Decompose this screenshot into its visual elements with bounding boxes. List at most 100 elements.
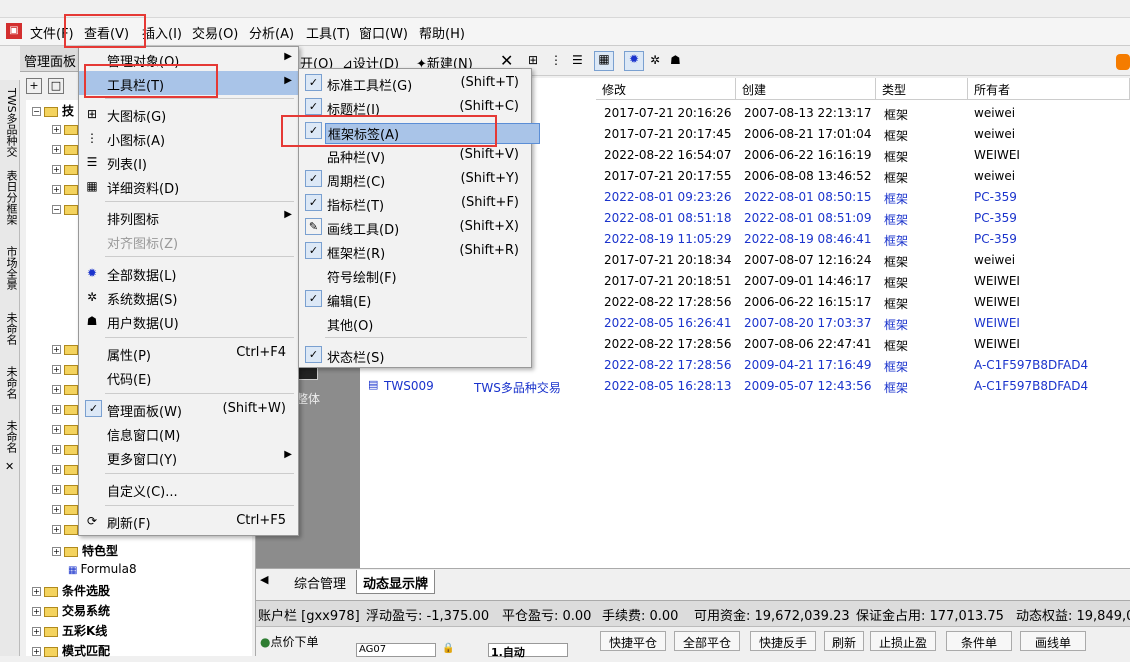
line-order-button[interactable]: 画线单 [1020,631,1086,651]
menu-item-all-data[interactable]: ✹ 全部数据(L) [79,261,298,285]
expand-icon[interactable]: + [52,485,61,494]
left-tab-4[interactable]: 未命名 [3,312,19,345]
collapse-icon[interactable]: − [32,107,41,116]
menu-item-standard-toolbar[interactable]: ✓ 标准工具栏(G) (Shift+T) [299,71,531,95]
tree-item-formula8[interactable]: ▦ Formula8 [68,562,137,582]
list-icon[interactable]: ☰ [572,53,583,67]
close-all-button[interactable]: 全部平仓 [674,631,740,651]
menu-item-frame-tabs[interactable]: ✓ 框架标签(A) [299,119,541,144]
menu-item-frame-bar[interactable]: ✓ 框架栏(R) (Shift+R) [299,239,531,263]
col-header-owner[interactable]: 所有者 [968,78,1130,100]
user-data-icon[interactable]: ☗ [670,53,681,67]
menu-item-properties[interactable]: 属性(P) Ctrl+F4 [79,341,298,365]
menu-item-small-icons[interactable]: ⋮ 小图标(A) [79,126,298,150]
menu-tools[interactable]: 工具(T) [306,23,350,42]
lock-icon[interactable]: 🔒 [442,643,454,654]
menu-item-symbol-drawing[interactable]: 符号绘制(F) [299,263,531,287]
expand-icon[interactable]: + [52,525,61,534]
menu-item-details[interactable]: ▦ 详细资料(D) [79,174,298,198]
left-tab-3[interactable]: 市场全景 [3,246,19,290]
expand-icon[interactable]: + [52,345,61,354]
expand-icon[interactable]: + [32,587,41,596]
menu-file[interactable]: 文件(F) [30,23,74,42]
expand-icon[interactable]: + [52,125,61,134]
large-icons-icon[interactable]: ⊞ [528,53,538,67]
menu-item-code[interactable]: 代码(E) [79,365,298,389]
add-icon[interactable]: + [26,78,42,94]
menu-item-management-panel[interactable]: ✓ 管理面板(W) (Shift+W) [79,397,298,421]
menu-trade[interactable]: 交易(O) [192,23,238,42]
expand-icon[interactable]: + [52,405,61,414]
menu-item-status-bar[interactable]: ✓ 状态栏(S) [299,343,531,367]
expand-icon[interactable]: + [52,465,61,474]
menu-item-arrange-icons[interactable]: 排列图标 ▶ [79,205,298,229]
tree-item-screening[interactable]: + 条件选股 [32,582,110,602]
symbol-input[interactable]: AG07 [356,643,436,657]
tree-item-special[interactable]: + 特色型 [52,542,118,562]
menu-item-refresh[interactable]: ⟳ 刷新(F) Ctrl+F5 [79,509,298,533]
tree-item[interactable]: − 技 [32,102,74,122]
tree-item-trade-system[interactable]: + 交易系统 [32,602,110,622]
mode-select[interactable]: 1.自动 [488,643,568,659]
all-data-icon[interactable]: ✹ [624,51,644,71]
menu-analysis[interactable]: 分析(A) [249,23,294,42]
menu-item-period-bar[interactable]: ✓ 周期栏(C) (Shift+Y) [299,167,531,191]
expand-icon[interactable]: + [52,165,61,174]
close-icon[interactable]: ✕ [5,460,14,473]
menu-item-indicator-bar[interactable]: ✓ 指标栏(T) (Shift+F) [299,191,531,215]
stop-loss-button[interactable]: 止损止盈 [870,631,936,651]
menu-item-user-data[interactable]: ☗ 用户数据(U) [79,309,298,333]
expand-icon[interactable]: + [52,425,61,434]
new-doc-icon[interactable]: □ [48,78,64,94]
left-tab-2[interactable]: 表日分框架 [3,170,19,225]
expand-icon[interactable]: + [52,145,61,154]
menu-item-list[interactable]: ☰ 列表(I) [79,150,298,174]
col-header-modified[interactable]: 修改 [596,78,736,100]
conditional-order-button[interactable]: 条件单 [946,631,1012,651]
menu-help[interactable]: 帮助(H) [419,23,465,42]
menu-item-system-data[interactable]: ✲ 系统数据(S) [79,285,298,309]
table-row[interactable]: ▤ TWS009 TWS多品种交易 2022-08-05 16:28:13 2009-0… [360,377,1130,397]
left-tab-1[interactable]: TWS多品种交 [3,88,19,157]
expand-icon[interactable]: + [32,627,41,636]
menu-item-customize[interactable]: 自定义(C)... [79,477,298,501]
tab-overview[interactable]: 综合管理 [294,573,346,592]
expand-icon[interactable]: + [52,185,61,194]
tree-item-color-kline[interactable]: + 五彩K线 [32,622,107,642]
order-type-tab[interactable]: ●点价下单 [260,633,319,650]
expand-icon[interactable]: + [32,647,41,656]
menu-item-symbol-bar[interactable]: 品种栏(V) (Shift+V) [299,143,531,167]
menu-item-more-windows[interactable]: 更多窗口(Y) ▶ [79,445,298,469]
menu-item-info-window[interactable]: 信息窗口(M) [79,421,298,445]
quick-close-button[interactable]: 快捷平仓 [600,631,666,651]
menu-insert[interactable]: 插入(I) [142,23,182,42]
expand-icon[interactable]: + [52,547,61,556]
quick-reverse-button[interactable]: 快捷反手 [750,631,816,651]
left-tab-5[interactable]: 未命名 [3,366,19,399]
tab-dynamic-board[interactable]: 动态显示牌 [356,570,436,594]
scroll-left-icon[interactable]: ◀ [260,573,268,586]
menu-item-title-bar[interactable]: ✓ 标题栏(I) (Shift+C) [299,95,531,119]
col-header-type[interactable]: 类型 [876,78,968,100]
collapse-icon[interactable]: − [52,205,61,214]
col-header-created[interactable]: 创建 [736,78,876,100]
expand-icon[interactable]: + [52,445,61,454]
menu-window[interactable]: 窗口(W) [359,23,408,42]
refresh-button[interactable]: 刷新 [824,631,864,651]
menu-view[interactable]: 查看(V) [84,23,129,42]
menu-item-edit[interactable]: ✓ 编辑(E) [299,287,531,311]
tree-item-pattern[interactable]: + 模式匹配 [32,642,110,662]
details-icon[interactable]: ▦ [594,51,614,71]
system-data-icon[interactable]: ✲ [650,53,660,67]
expand-icon[interactable]: + [52,385,61,394]
small-icons-icon[interactable]: ⋮ [550,53,562,67]
menu-item-manage-objects[interactable]: 管理对象(O) ▶ [79,47,298,71]
menu-item-drawing-tools[interactable]: ✎ 画线工具(D) (Shift+X) [299,215,531,239]
menu-item-other[interactable]: 其他(O) [299,311,531,335]
expand-icon[interactable]: + [52,505,61,514]
menu-item-toolbars[interactable]: 工具栏(T) ▶ [79,71,298,95]
left-tab-6[interactable]: 未命名 [3,420,19,453]
expand-icon[interactable]: + [32,607,41,616]
menu-item-large-icons[interactable]: ⊞ 大图标(G) [79,102,298,126]
expand-icon[interactable]: + [52,365,61,374]
